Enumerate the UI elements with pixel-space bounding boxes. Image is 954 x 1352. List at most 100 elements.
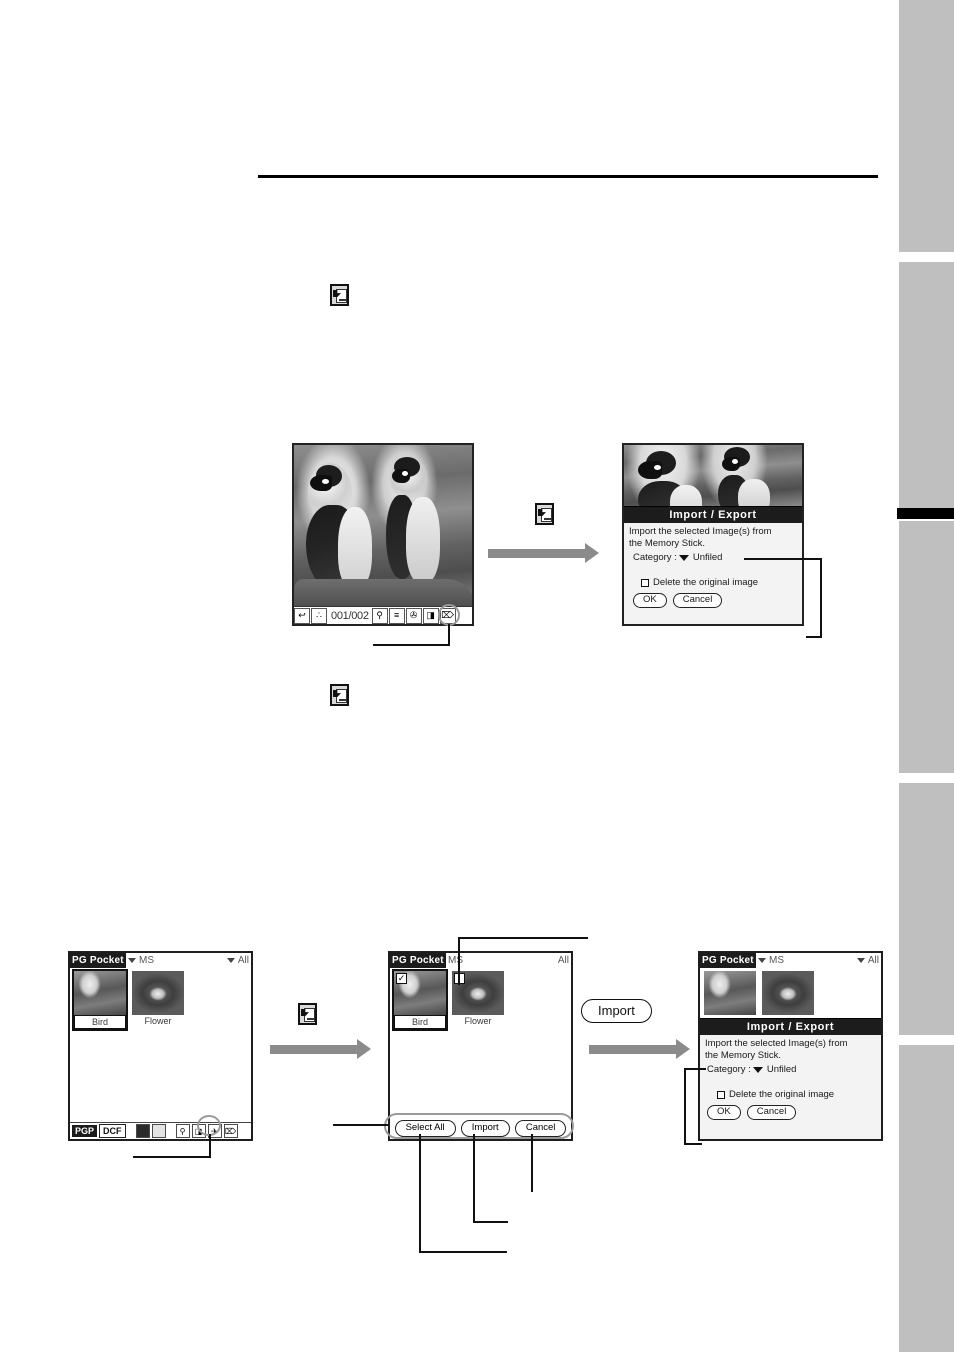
bird-right-eye	[732, 459, 738, 464]
chevron-down-icon[interactable]	[758, 958, 766, 963]
bird-left-eye	[322, 479, 329, 484]
delete-original-label: Delete the original image	[653, 577, 759, 588]
format-tab-dcf[interactable]: DCF	[99, 1124, 126, 1138]
bird-right-eye	[402, 471, 408, 476]
source-picker-value: MS	[448, 955, 463, 966]
delete-icon[interactable]: ⌦	[439, 607, 456, 624]
import-export-icon-dots	[544, 518, 551, 520]
grid-view-icon[interactable]	[135, 1124, 150, 1138]
list-view-icon[interactable]	[151, 1124, 166, 1138]
import-export-icon-dots	[307, 1018, 314, 1020]
photo-viewer-screen[interactable]: ↩ ∴ 001/002 ⚲ ≡ ✇ ◨ ⌦	[292, 443, 474, 626]
delete-icon-glyph: ⌦	[224, 1126, 237, 1136]
category-picker-value: All	[237, 955, 249, 966]
delete-original-checkbox-row[interactable]: Delete the original image	[705, 1089, 876, 1101]
leader-line-pg2-checkbox-v	[458, 937, 460, 985]
dialog-body-line-2: the Memory Stick.	[629, 538, 706, 549]
pg-pocket-screen-2[interactable]: PG Pocket MS All ✓ Bird Flower Select Al…	[388, 951, 573, 1141]
leader-line-pg1-v	[209, 1134, 211, 1158]
source-picker-3[interactable]: MS All	[756, 953, 881, 968]
beam-icon-glyph: ✇	[409, 610, 418, 620]
leader-line-photo-vertical	[448, 624, 450, 646]
pg-title-bar-2: PG Pocket MS All	[390, 953, 571, 968]
category-label: Category :	[707, 1064, 751, 1075]
chevron-down-icon[interactable]	[752, 1067, 763, 1073]
leader-line-pg1-h	[133, 1156, 210, 1158]
search-icon[interactable]: ⚲	[175, 1124, 190, 1138]
pg-bottom-toolbar-1: PGP DCF ⚲ ◨ ✈ ⌦	[70, 1122, 251, 1139]
thumbnail-checkbox-checked[interactable]: ✓	[396, 973, 407, 984]
category-value[interactable]: Unfiled	[693, 552, 723, 564]
source-picker-2[interactable]: MS All	[446, 953, 571, 968]
dialog-body-line-2: the Memory Stick.	[705, 1050, 782, 1061]
thumbnail-item-flower[interactable]	[762, 971, 814, 1015]
import-export-icon-toolbar[interactable]: ◨	[191, 1124, 206, 1138]
thumbnail-grid-1: Bird Flower	[70, 968, 251, 1031]
pg-pocket-screen-1[interactable]: PG Pocket MS All Bird Flower PGP DCF ⚲ ◨…	[68, 951, 253, 1141]
leader-line-pg3-category-v	[684, 1068, 686, 1144]
format-tab-pgp[interactable]: PGP	[72, 1125, 98, 1137]
delete-icon[interactable]: ⌦	[223, 1124, 238, 1138]
source-picker-value: MS	[139, 955, 154, 966]
thumbnail-icon[interactable]: ∴	[311, 607, 327, 624]
beam-icon-glyph: ✈	[211, 1126, 218, 1136]
thumbnail-item-bird[interactable]	[704, 971, 756, 1015]
leader-line-category-top-h	[744, 558, 822, 560]
flow-arrow-top	[488, 543, 599, 563]
thumbnail-label: Bird	[394, 1015, 446, 1029]
dialog-body-line-1: Import the selected Image(s) from	[629, 526, 772, 537]
chevron-down-icon[interactable]	[128, 958, 136, 963]
dialog-buttons: OK Cancel	[705, 1105, 876, 1120]
category-picker-value: All	[557, 955, 569, 966]
delete-original-checkbox-row[interactable]: Delete the original image	[629, 577, 797, 589]
category-row[interactable]: Category : Unfiled	[705, 1064, 876, 1076]
leader-line-pg3-category-h2	[684, 1143, 702, 1145]
import-export-toolbar-icon[interactable]: ◨	[422, 607, 439, 624]
pg-pocket-screen-3[interactable]: PG Pocket MS All Import / Export Import …	[698, 951, 883, 1141]
dialog-title: Import / Export	[700, 1019, 881, 1035]
import-export-icon-glyph: ◨	[426, 610, 435, 620]
leader-line-pg2-cancel-v	[531, 1134, 533, 1192]
thumbnail-item-bird[interactable]: Bird	[72, 969, 128, 1031]
leader-line-pg2-import-h	[473, 1221, 508, 1223]
margin-tab-5	[899, 1045, 954, 1352]
thumbnail-item-flower[interactable]: Flower	[452, 971, 504, 1029]
zoom-icon[interactable]: ⚲	[371, 607, 388, 624]
pg-title-bar-1: PG Pocket MS All	[70, 953, 251, 968]
details-icon[interactable]: ≡	[388, 607, 405, 624]
cancel-button[interactable]: Cancel	[514, 1120, 567, 1137]
margin-tab-1	[899, 0, 954, 252]
leader-line-pg2-import-v	[473, 1134, 475, 1222]
import-export-icon-flow-bottom	[298, 1003, 317, 1025]
thumbnail-item-flower[interactable]: Flower	[132, 971, 184, 1029]
source-picker-value: MS	[769, 955, 784, 966]
back-icon-glyph: ↩	[298, 610, 306, 620]
import-export-icon-section2	[330, 684, 349, 706]
back-icon[interactable]: ↩	[294, 607, 310, 624]
source-picker-1[interactable]: MS All	[126, 953, 251, 968]
bird-left-beak	[310, 475, 332, 491]
category-label: Category :	[633, 552, 677, 563]
select-all-button[interactable]: Select All	[394, 1120, 456, 1137]
category-value[interactable]: Unfiled	[767, 1064, 797, 1076]
app-name-label: PG Pocket	[392, 955, 444, 966]
delete-original-checkbox[interactable]	[717, 1091, 725, 1099]
import-button[interactable]: Import	[460, 1120, 510, 1137]
thumbnail-item-bird[interactable]: ✓ Bird	[392, 969, 448, 1031]
delete-original-checkbox[interactable]	[641, 579, 649, 587]
dialog-body-line-1: Import the selected Image(s) from	[705, 1038, 848, 1049]
chevron-down-icon-category[interactable]	[226, 958, 235, 963]
ok-button[interactable]: OK	[633, 593, 667, 608]
import-export-dialog-3: Import / Export Import the selected Imag…	[700, 1018, 881, 1139]
ok-button[interactable]: OK	[707, 1105, 741, 1120]
beam-icon[interactable]: ✇	[405, 607, 422, 624]
device-screen-import-dialog[interactable]: Import / Export Import the selected Imag…	[622, 443, 804, 626]
chevron-down-icon-category[interactable]	[856, 958, 865, 963]
flow-arrow-bottom-1	[270, 1039, 371, 1059]
leader-line-photo-horizontal	[373, 644, 449, 646]
chevron-down-icon[interactable]	[678, 555, 689, 561]
cancel-button[interactable]: Cancel	[672, 593, 723, 608]
import-export-icon	[330, 284, 349, 306]
app-name-label: PG Pocket	[702, 955, 754, 966]
cancel-button[interactable]: Cancel	[746, 1105, 797, 1120]
